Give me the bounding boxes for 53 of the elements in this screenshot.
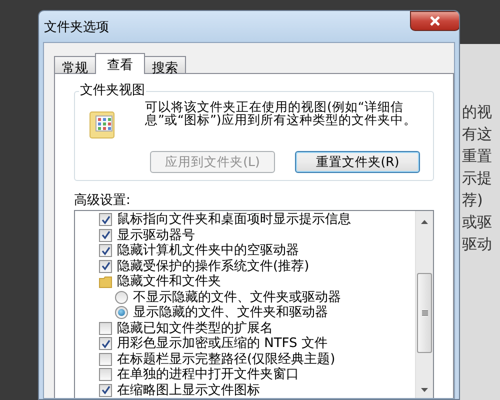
option-label: 隐藏文件和文件夹	[117, 274, 221, 290]
scroll-up-icon	[420, 219, 429, 225]
option-label: 隐藏受保护的操作系统文件(推荐)	[117, 258, 310, 274]
checkbox[interactable]	[99, 337, 112, 350]
close-button[interactable]	[410, 11, 459, 31]
tab[interactable]: 搜索	[144, 56, 186, 73]
option-label: 隐藏计算机文件夹中的空驱动器	[117, 243, 299, 258]
group-title: 文件夹视图	[79, 83, 146, 99]
option-label: 用彩色显示加密或压缩的 NTFS 文件	[117, 336, 328, 352]
checkbox[interactable]	[99, 213, 112, 226]
checkbox[interactable]	[99, 228, 112, 242]
tab[interactable]: 常规	[54, 56, 96, 73]
background-text: 或驱	[462, 214, 493, 231]
background-text: 驱动	[462, 236, 493, 253]
folder-view-icon	[87, 110, 117, 140]
radio-dot	[118, 309, 125, 316]
background-text: 示提	[462, 170, 493, 187]
option-label: 显示驱动器号	[117, 228, 195, 243]
option-label: 不显示隐藏的文件、文件夹或驱动器	[133, 290, 341, 305]
background-text: 的视	[462, 104, 493, 121]
background-text: 荐)	[462, 192, 484, 209]
option-label: 在单独的进程中打开文件夹窗口	[117, 367, 299, 382]
radio-button[interactable]	[115, 306, 128, 320]
scroll-down-icon	[420, 387, 429, 393]
check-icon	[100, 230, 110, 240]
window-title: 文件夹选项	[44, 18, 109, 36]
background-text: 有这	[462, 126, 493, 143]
reset-button[interactable]: 重置文件夹(R)	[295, 151, 420, 173]
grip-icon	[422, 310, 428, 316]
checkbox[interactable]	[99, 260, 112, 273]
option-label: 在标题栏显示完整路径(仅限经典主题)	[117, 352, 336, 367]
scrollbar[interactable]	[415, 211, 433, 398]
option-label: 隐藏已知文件类型的扩展名	[117, 320, 273, 336]
check-icon	[100, 338, 110, 349]
folder-icon	[99, 275, 112, 288]
check-icon	[100, 214, 110, 225]
option-label: 鼠标指向文件夹和桌面项时显示提示信息	[117, 212, 351, 228]
check-icon	[100, 385, 110, 396]
description-text: 可以将该文件夹正在使用的视图(例如“详细信息”或“图标”)应用到所有这种类型的文件夹中。	[145, 100, 418, 126]
check-icon	[100, 246, 110, 256]
checkbox[interactable]	[99, 322, 112, 335]
checkbox[interactable]	[99, 244, 112, 258]
checkbox[interactable]	[99, 384, 112, 397]
check-icon	[100, 261, 110, 272]
checkbox[interactable]	[99, 352, 112, 366]
close-icon	[429, 15, 441, 27]
radio-button[interactable]	[115, 290, 128, 304]
option-label: 显示隐藏的文件、文件夹和驱动器	[133, 305, 328, 320]
tab[interactable]: 查看	[95, 53, 145, 74]
checkbox[interactable]	[99, 368, 112, 382]
option-label: 在缩略图上显示文件图标	[117, 382, 260, 398]
background-text: 重置	[462, 148, 493, 165]
section-label: 高级设置:	[74, 193, 132, 208]
